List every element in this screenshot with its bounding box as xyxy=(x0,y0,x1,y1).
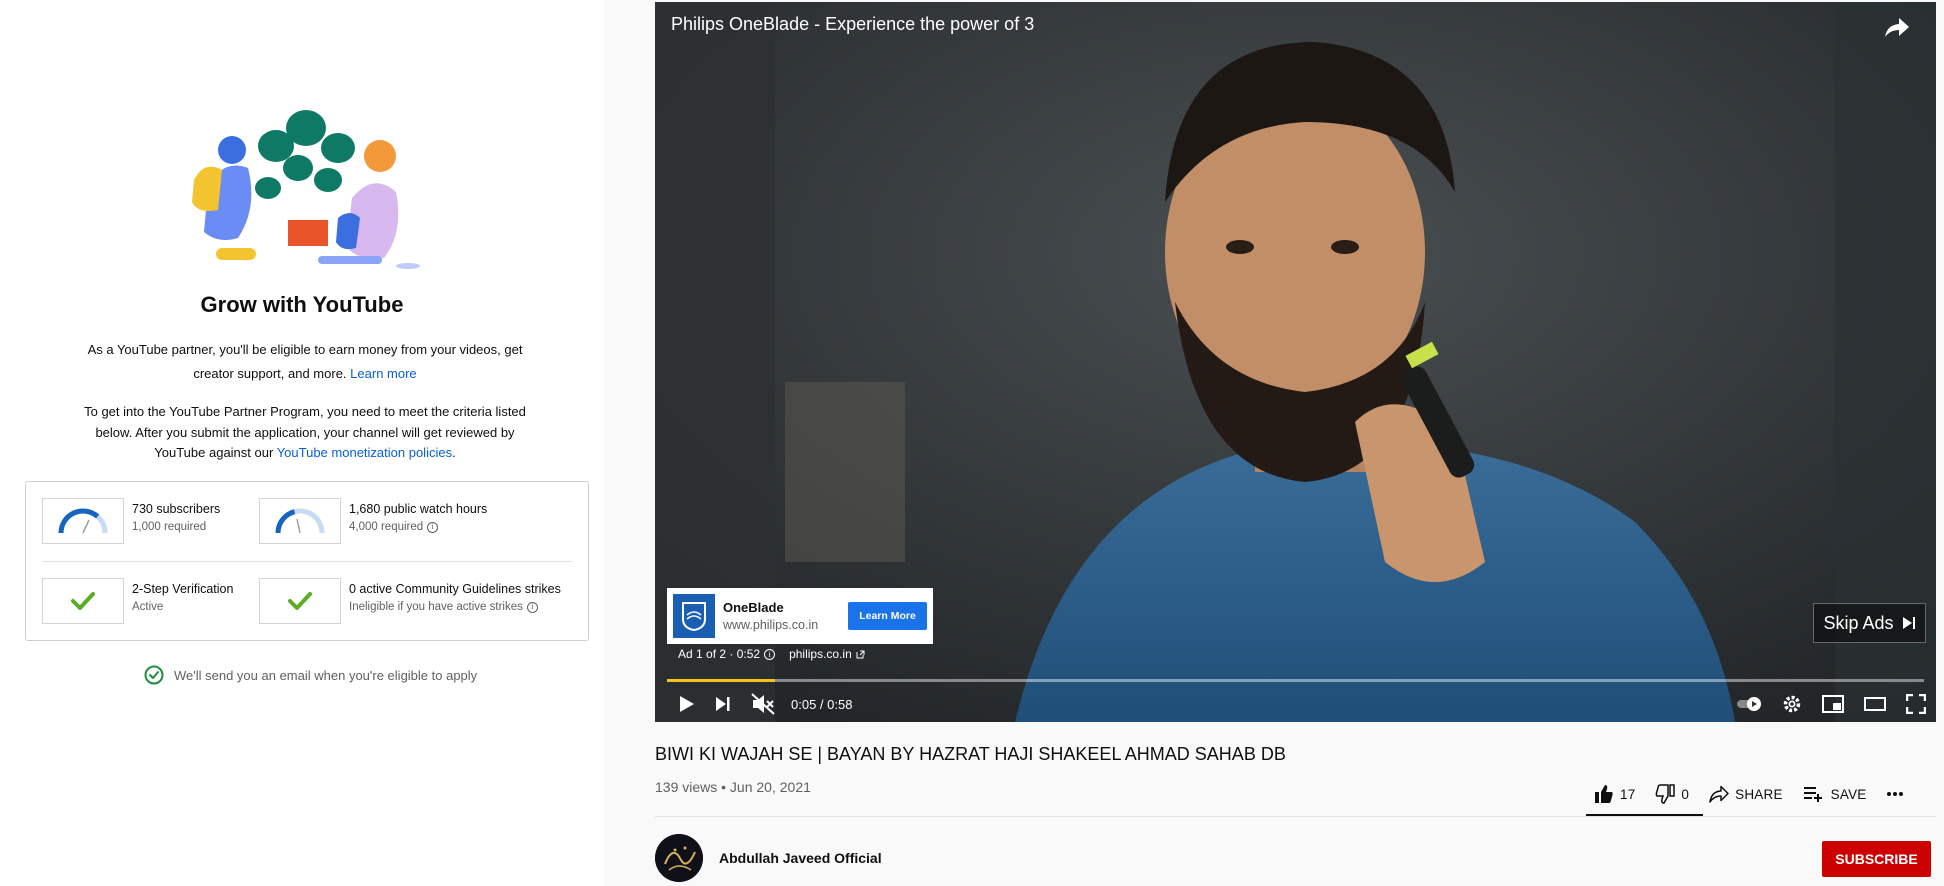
play-button[interactable] xyxy=(679,688,695,720)
ad-card[interactable]: OneBlade www.philips.co.in Learn More xyxy=(667,588,933,644)
divider xyxy=(655,816,1936,817)
time-display: 0:05 / 0:58 xyxy=(791,696,853,712)
page-root: Grow with YouTube As a YouTube partner, … xyxy=(0,0,1944,886)
eligibility-criteria-card: 730 subscribers 1,000 required 1,680 pub… xyxy=(25,481,589,641)
next-icon xyxy=(716,697,730,711)
autoplay-toggle-icon xyxy=(1737,697,1761,711)
watch-hours-gauge xyxy=(259,498,341,544)
ad-url: www.philips.co.in xyxy=(723,618,819,632)
subscribers-gauge xyxy=(42,498,124,544)
ad-counter: Ad 1 of 2 · 0:52 xyxy=(678,647,761,661)
more-horizontal-icon xyxy=(1887,792,1904,796)
info-icon[interactable]: i xyxy=(427,521,439,533)
checkmark-icon xyxy=(71,592,95,610)
learn-more-button[interactable]: Learn More xyxy=(848,602,927,630)
share-icon xyxy=(1709,785,1729,803)
video-title: BIWI KI WAJAH SE | BAYAN BY HAZRAT HAJI … xyxy=(655,744,1286,764)
mute-button[interactable] xyxy=(751,688,775,720)
player-title[interactable]: Philips OneBlade - Experience the power … xyxy=(671,14,1034,35)
grow-title: Grow with YouTube xyxy=(200,292,404,317)
intro-text: As a YouTube partner, you'll be eligible… xyxy=(87,342,523,381)
progress-fill xyxy=(667,679,776,682)
criterion-main: 0 active Community Guidelines strikes xyxy=(349,582,561,596)
video-meta: 139 views • Jun 20, 2021 xyxy=(655,779,811,795)
criterion-sub: 4,000 required xyxy=(349,521,424,533)
theater-mode-button[interactable] xyxy=(1864,688,1886,720)
criterion-2-step: 2-Step Verification Active xyxy=(42,578,233,624)
criterion-sub: Active xyxy=(132,601,164,613)
progress-bar[interactable] xyxy=(667,679,1924,682)
criterion-strikes: 0 active Community Guidelines strikes In… xyxy=(259,578,561,624)
grow-illustration xyxy=(192,110,420,269)
criterion-main: 1,680 public watch hours xyxy=(349,502,488,516)
strikes-status xyxy=(259,578,341,624)
ad-brand: OneBlade xyxy=(723,600,784,615)
dislike-button[interactable]: 0 xyxy=(1655,784,1689,804)
autoplay-toggle[interactable] xyxy=(1736,688,1764,720)
skip-icon xyxy=(1902,617,1915,629)
ad-domain-link[interactable]: philips.co.in xyxy=(789,647,852,661)
dislike-count: 0 xyxy=(1681,786,1690,802)
settings-button[interactable] xyxy=(1782,688,1802,720)
criterion-main: 730 subscribers xyxy=(132,502,221,516)
thumbs-up-icon xyxy=(1595,785,1613,803)
playlist-add-icon xyxy=(1803,787,1822,802)
gauge-icon xyxy=(275,508,325,534)
criterion-sub: 1,000 required xyxy=(132,521,207,533)
save-button[interactable]: SAVE xyxy=(1803,785,1867,803)
ad-info-bar: Ad 1 of 2 · 0:52 i philips.co.in xyxy=(678,647,865,661)
theater-mode-icon xyxy=(1864,697,1886,711)
fullscreen-icon xyxy=(1906,694,1926,714)
volume-muted-icon xyxy=(751,693,775,715)
info-icon[interactable]: i xyxy=(526,601,538,613)
info-icon[interactable]: i xyxy=(764,648,776,660)
like-count: 17 xyxy=(1620,786,1636,802)
next-button[interactable] xyxy=(715,688,731,720)
channel-name[interactable]: Abdullah Javeed Official xyxy=(719,850,882,866)
philips-logo-icon xyxy=(673,594,715,638)
criterion-watch-hours: 1,680 public watch hours 4,000 required i xyxy=(259,498,487,544)
thumbs-down-icon xyxy=(1656,784,1676,804)
share-button[interactable]: SHARE xyxy=(1709,785,1783,803)
video-actions: 17 0 SHARE SAVE xyxy=(1586,779,1924,809)
criteria-divider xyxy=(42,561,572,562)
share-icon[interactable] xyxy=(1884,16,1910,38)
save-label: SAVE xyxy=(1830,786,1867,802)
fullscreen-button[interactable] xyxy=(1906,688,1926,720)
criteria-text-end: . xyxy=(452,445,456,460)
learn-more-link[interactable]: Learn more xyxy=(350,366,416,381)
monetization-policies-link[interactable]: YouTube monetization policies xyxy=(277,445,452,460)
partner-program-panel: Grow with YouTube As a YouTube partner, … xyxy=(0,0,604,886)
like-button[interactable]: 17 xyxy=(1594,784,1635,804)
criteria-intro-text: To get into the YouTube Partner Program,… xyxy=(80,402,530,464)
channel-avatar[interactable] xyxy=(655,834,703,882)
gear-icon xyxy=(1783,695,1801,713)
external-link-icon[interactable] xyxy=(856,650,865,659)
check-circle-icon xyxy=(144,665,164,685)
partner-intro-text: As a YouTube partner, you'll be eligible… xyxy=(80,338,530,386)
miniplayer-button[interactable] xyxy=(1822,688,1844,720)
more-actions-button[interactable] xyxy=(1886,791,1904,797)
criterion-main: 2-Step Verification xyxy=(132,582,234,596)
checkmark-icon xyxy=(288,592,312,610)
criterion-subscribers: 730 subscribers 1,000 required xyxy=(42,498,220,544)
2-step-status xyxy=(42,578,124,624)
criterion-sub: Ineligible if you have active strikes xyxy=(349,601,523,613)
player-controls: 0:05 / 0:58 xyxy=(655,688,1936,720)
miniplayer-icon xyxy=(1822,695,1844,713)
avatar-calligraphy-icon xyxy=(655,834,703,882)
share-label: SHARE xyxy=(1735,786,1783,802)
subscribe-button[interactable]: SUBSCRIBE xyxy=(1822,841,1931,877)
video-player[interactable]: Philips OneBlade - Experience the power … xyxy=(655,2,1936,722)
skip-ads-label: Skip Ads xyxy=(1823,612,1894,633)
skip-ads-button[interactable]: Skip Ads xyxy=(1813,603,1926,643)
play-icon xyxy=(680,696,694,712)
email-notice-text: We'll send you an email when you're elig… xyxy=(174,667,478,683)
email-notice: We'll send you an email when you're elig… xyxy=(144,665,477,685)
gauge-icon xyxy=(58,508,108,534)
